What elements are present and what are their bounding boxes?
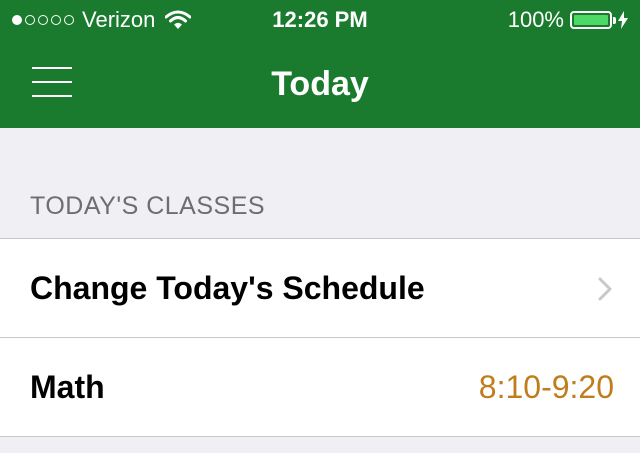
change-schedule-row[interactable]: Change Today's Schedule bbox=[0, 239, 640, 338]
navigation-bar: Today bbox=[0, 40, 640, 128]
section-header: TODAY'S CLASSES bbox=[30, 192, 266, 220]
battery-icon bbox=[570, 11, 616, 29]
chevron-right-icon bbox=[598, 277, 612, 301]
classes-list: Change Today's Schedule Math 8:10-9:20 bbox=[0, 238, 640, 437]
page-title: Today bbox=[271, 65, 369, 103]
battery-nub bbox=[613, 17, 616, 24]
status-bar-right: 100% bbox=[508, 0, 628, 40]
battery-fill bbox=[574, 15, 608, 25]
charging-bolt-icon bbox=[618, 11, 628, 29]
row-label: Math bbox=[30, 368, 105, 405]
app-header: Verizon 12:26 PM 100% Today bbox=[0, 0, 640, 128]
class-time: 8:10-9:20 bbox=[478, 368, 614, 405]
row-label: Change Today's Schedule bbox=[30, 269, 425, 306]
battery-percent: 100% bbox=[507, 7, 564, 32]
status-bar: Verizon 12:26 PM 100% bbox=[0, 0, 640, 40]
class-row-math[interactable]: Math 8:10-9:20 bbox=[0, 338, 640, 437]
